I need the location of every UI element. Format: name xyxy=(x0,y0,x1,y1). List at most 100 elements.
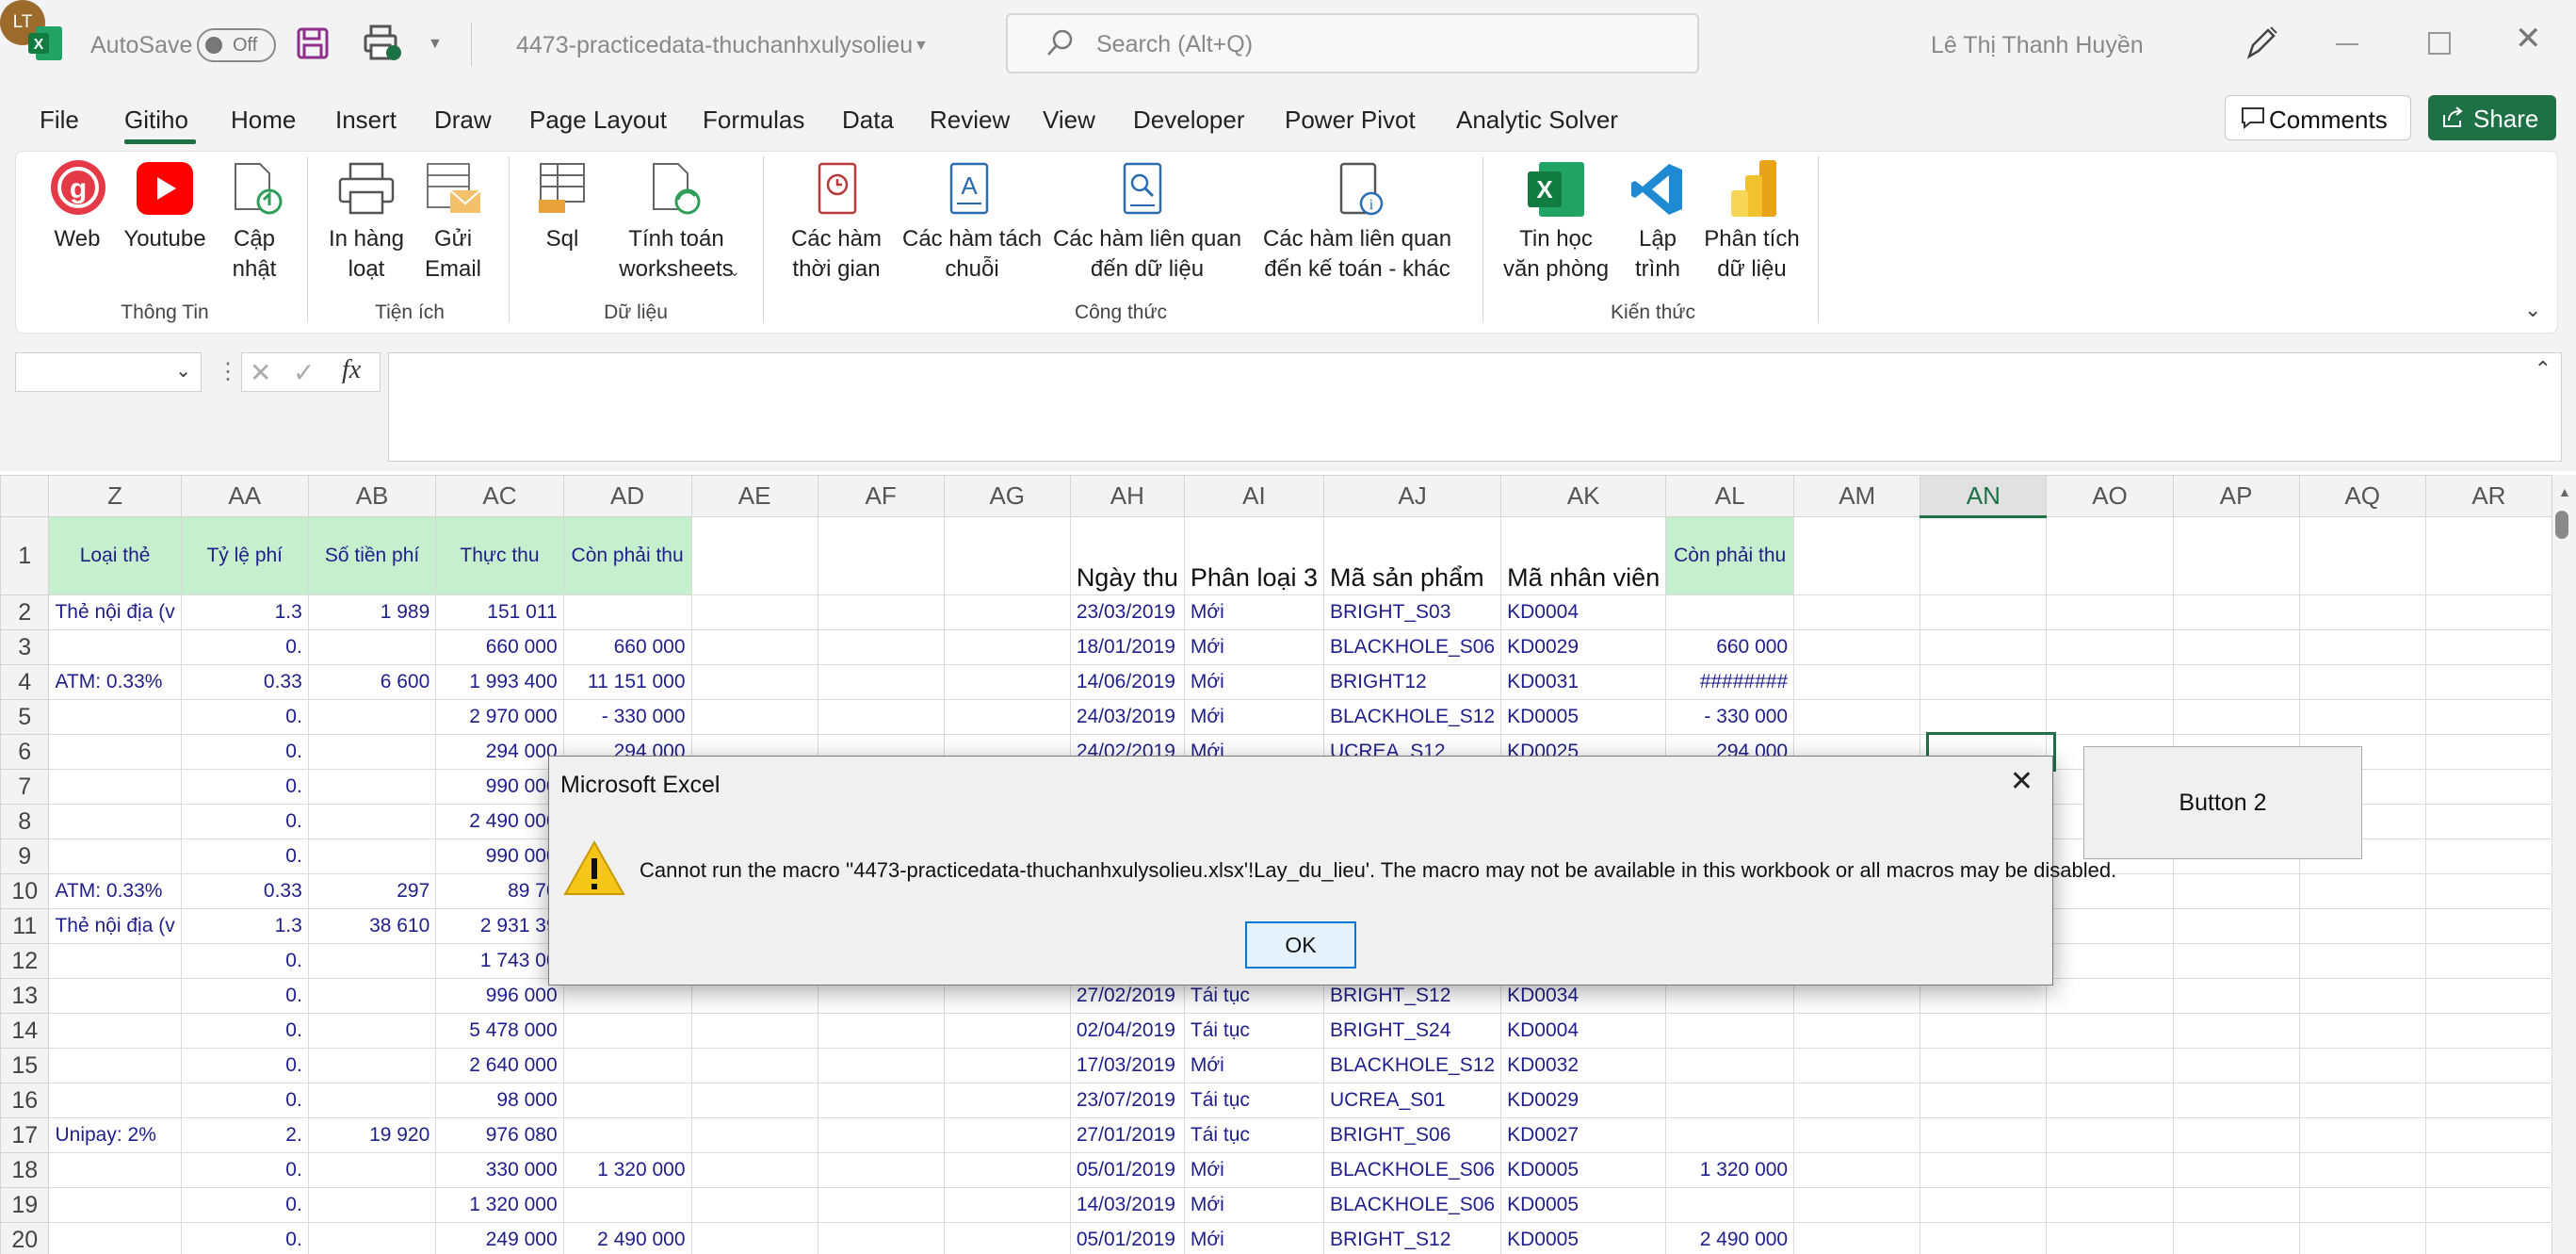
button-2[interactable]: Button 2 xyxy=(2083,746,2362,859)
cell-an[interactable] xyxy=(1920,1048,2048,1083)
cell-ac[interactable]: 151 011 xyxy=(435,594,564,630)
header-cell-ap[interactable] xyxy=(2172,516,2300,595)
row-header[interactable]: 3 xyxy=(0,629,50,665)
cell-ab[interactable]: 297 xyxy=(307,873,437,909)
cell-aj[interactable]: BRIGHT_S03 xyxy=(1322,594,1502,630)
cell-af[interactable] xyxy=(817,1013,945,1049)
cell-an[interactable] xyxy=(1920,1083,2048,1118)
cell-z[interactable] xyxy=(48,943,182,979)
header-cell-ac[interactable]: Thực thu xyxy=(435,516,564,595)
cell-ar[interactable] xyxy=(2424,594,2552,630)
cell-ak[interactable]: KD0027 xyxy=(1500,1117,1667,1153)
cell-ao[interactable] xyxy=(2046,1083,2174,1118)
cell-ar[interactable] xyxy=(2424,1048,2552,1083)
cell-am[interactable] xyxy=(1793,1117,1921,1153)
cell-z[interactable] xyxy=(48,1083,182,1118)
cell-ae[interactable] xyxy=(690,1117,818,1153)
ribbon-data-functions-button[interactable]: Các hàm liên quan đến dữ liệu xyxy=(1051,224,1243,285)
tab-review[interactable]: Review xyxy=(930,106,1010,135)
cell-aa[interactable]: 0. xyxy=(180,769,309,805)
cell-ac[interactable]: 249 000 xyxy=(435,1222,564,1254)
pen-icon[interactable] xyxy=(2242,24,2279,67)
comments-button[interactable]: Comments xyxy=(2225,95,2411,140)
cell-ac[interactable]: 294 000 xyxy=(435,734,564,770)
header-cell-ae[interactable] xyxy=(690,516,818,595)
row-header[interactable]: 14 xyxy=(0,1013,50,1049)
header-cell-ak[interactable]: Mã nhân viên xyxy=(1500,516,1667,595)
column-header-af[interactable]: AF xyxy=(817,475,945,517)
cell-ap[interactable] xyxy=(2172,1187,2300,1223)
cell-ar[interactable] xyxy=(2424,699,2552,735)
header-cell-ai[interactable]: Phân loại 3 xyxy=(1183,516,1325,595)
cell-ak[interactable]: KD0005 xyxy=(1500,1187,1667,1223)
cell-am[interactable] xyxy=(1793,664,1921,700)
cell-aq[interactable] xyxy=(2298,1117,2426,1153)
cell-ab[interactable] xyxy=(307,769,437,805)
column-header-ak[interactable]: AK xyxy=(1500,475,1667,517)
save-icon[interactable] xyxy=(296,26,330,65)
cell-ak[interactable]: KD0005 xyxy=(1500,1222,1667,1254)
cell-ar[interactable] xyxy=(2424,734,2552,770)
cell-ah[interactable]: 05/01/2019 xyxy=(1069,1152,1185,1188)
cell-af[interactable] xyxy=(817,1222,945,1254)
header-cell-af[interactable] xyxy=(817,516,945,595)
header-cell-an[interactable] xyxy=(1920,516,2048,595)
cell-ag[interactable] xyxy=(943,1083,1071,1118)
formula-input[interactable]: ⌃ xyxy=(388,352,2562,462)
cell-aa[interactable]: 0. xyxy=(180,1083,309,1118)
cell-ar[interactable] xyxy=(2424,1013,2552,1049)
search-box[interactable]: Search (Alt+Q) xyxy=(1006,13,1699,73)
cell-ar[interactable] xyxy=(2424,839,2552,874)
cell-z[interactable]: ATM: 0.33% xyxy=(48,664,182,700)
column-header-ag[interactable]: AG xyxy=(943,475,1071,517)
ribbon-sql-button[interactable]: Sql xyxy=(539,224,586,254)
row-header[interactable]: 15 xyxy=(0,1048,50,1083)
collapse-formula-bar-icon[interactable]: ⌃ xyxy=(2535,357,2552,382)
ribbon-update-button[interactable]: Cập nhật xyxy=(224,224,284,285)
cell-aa[interactable]: 0. xyxy=(180,839,309,874)
cell-aa[interactable]: 0. xyxy=(180,1152,309,1188)
cell-ae[interactable] xyxy=(690,629,818,665)
ribbon-string-functions-button[interactable]: Các hàm tách chuỗi xyxy=(902,224,1042,285)
cell-ae[interactable] xyxy=(690,1083,818,1118)
cell-aq[interactable] xyxy=(2298,908,2426,944)
cell-ab[interactable] xyxy=(307,1187,437,1223)
cell-ao[interactable] xyxy=(2046,1013,2174,1049)
cell-al[interactable] xyxy=(1665,1187,1795,1223)
cell-ad[interactable]: 11 151 000 xyxy=(562,664,692,700)
header-cell-al[interactable]: Còn phải thu xyxy=(1665,516,1795,595)
cell-ac[interactable]: 2 640 000 xyxy=(435,1048,564,1083)
cell-ao[interactable] xyxy=(2046,1117,2174,1153)
cell-ap[interactable] xyxy=(2172,1013,2300,1049)
cell-ai[interactable]: Tái tục xyxy=(1183,1117,1325,1153)
cell-ao[interactable] xyxy=(2046,943,2174,979)
cell-ap[interactable] xyxy=(2172,1152,2300,1188)
print-preview-icon[interactable] xyxy=(364,24,403,67)
cell-am[interactable] xyxy=(1793,629,1921,665)
header-cell-ab[interactable]: Số tiền phí xyxy=(307,516,437,595)
cell-aa[interactable]: 1.3 xyxy=(180,908,309,944)
cell-af[interactable] xyxy=(817,1152,945,1188)
cell-ah[interactable]: 14/06/2019 xyxy=(1069,664,1185,700)
cell-ab[interactable] xyxy=(307,1152,437,1188)
ribbon-accounting-functions-button[interactable]: Các hàm liên quan đến kế toán - khác xyxy=(1249,224,1466,285)
enter-icon[interactable]: ✓ xyxy=(293,357,315,388)
cell-ae[interactable] xyxy=(690,594,818,630)
user-name[interactable]: Lê Thị Thanh Huyền xyxy=(1931,32,2144,59)
cell-ao[interactable] xyxy=(2046,908,2174,944)
cell-ae[interactable] xyxy=(690,699,818,735)
cell-ap[interactable] xyxy=(2172,1222,2300,1254)
cell-ak[interactable]: KD0004 xyxy=(1500,1013,1667,1049)
cell-ah[interactable]: 14/03/2019 xyxy=(1069,1187,1185,1223)
cell-ag[interactable] xyxy=(943,629,1071,665)
cell-ac[interactable]: 1 743 00 xyxy=(435,943,564,979)
cell-aj[interactable]: BRIGHT_S12 xyxy=(1322,1222,1502,1254)
column-header-ah[interactable]: AH xyxy=(1069,475,1185,517)
cell-aq[interactable] xyxy=(2298,978,2426,1014)
cell-ab[interactable] xyxy=(307,699,437,735)
cell-ab[interactable]: 38 610 xyxy=(307,908,437,944)
cell-ar[interactable] xyxy=(2424,978,2552,1014)
cell-ao[interactable] xyxy=(2046,1222,2174,1254)
cell-al[interactable]: 1 320 000 xyxy=(1665,1152,1795,1188)
cell-ak[interactable]: KD0005 xyxy=(1500,1152,1667,1188)
